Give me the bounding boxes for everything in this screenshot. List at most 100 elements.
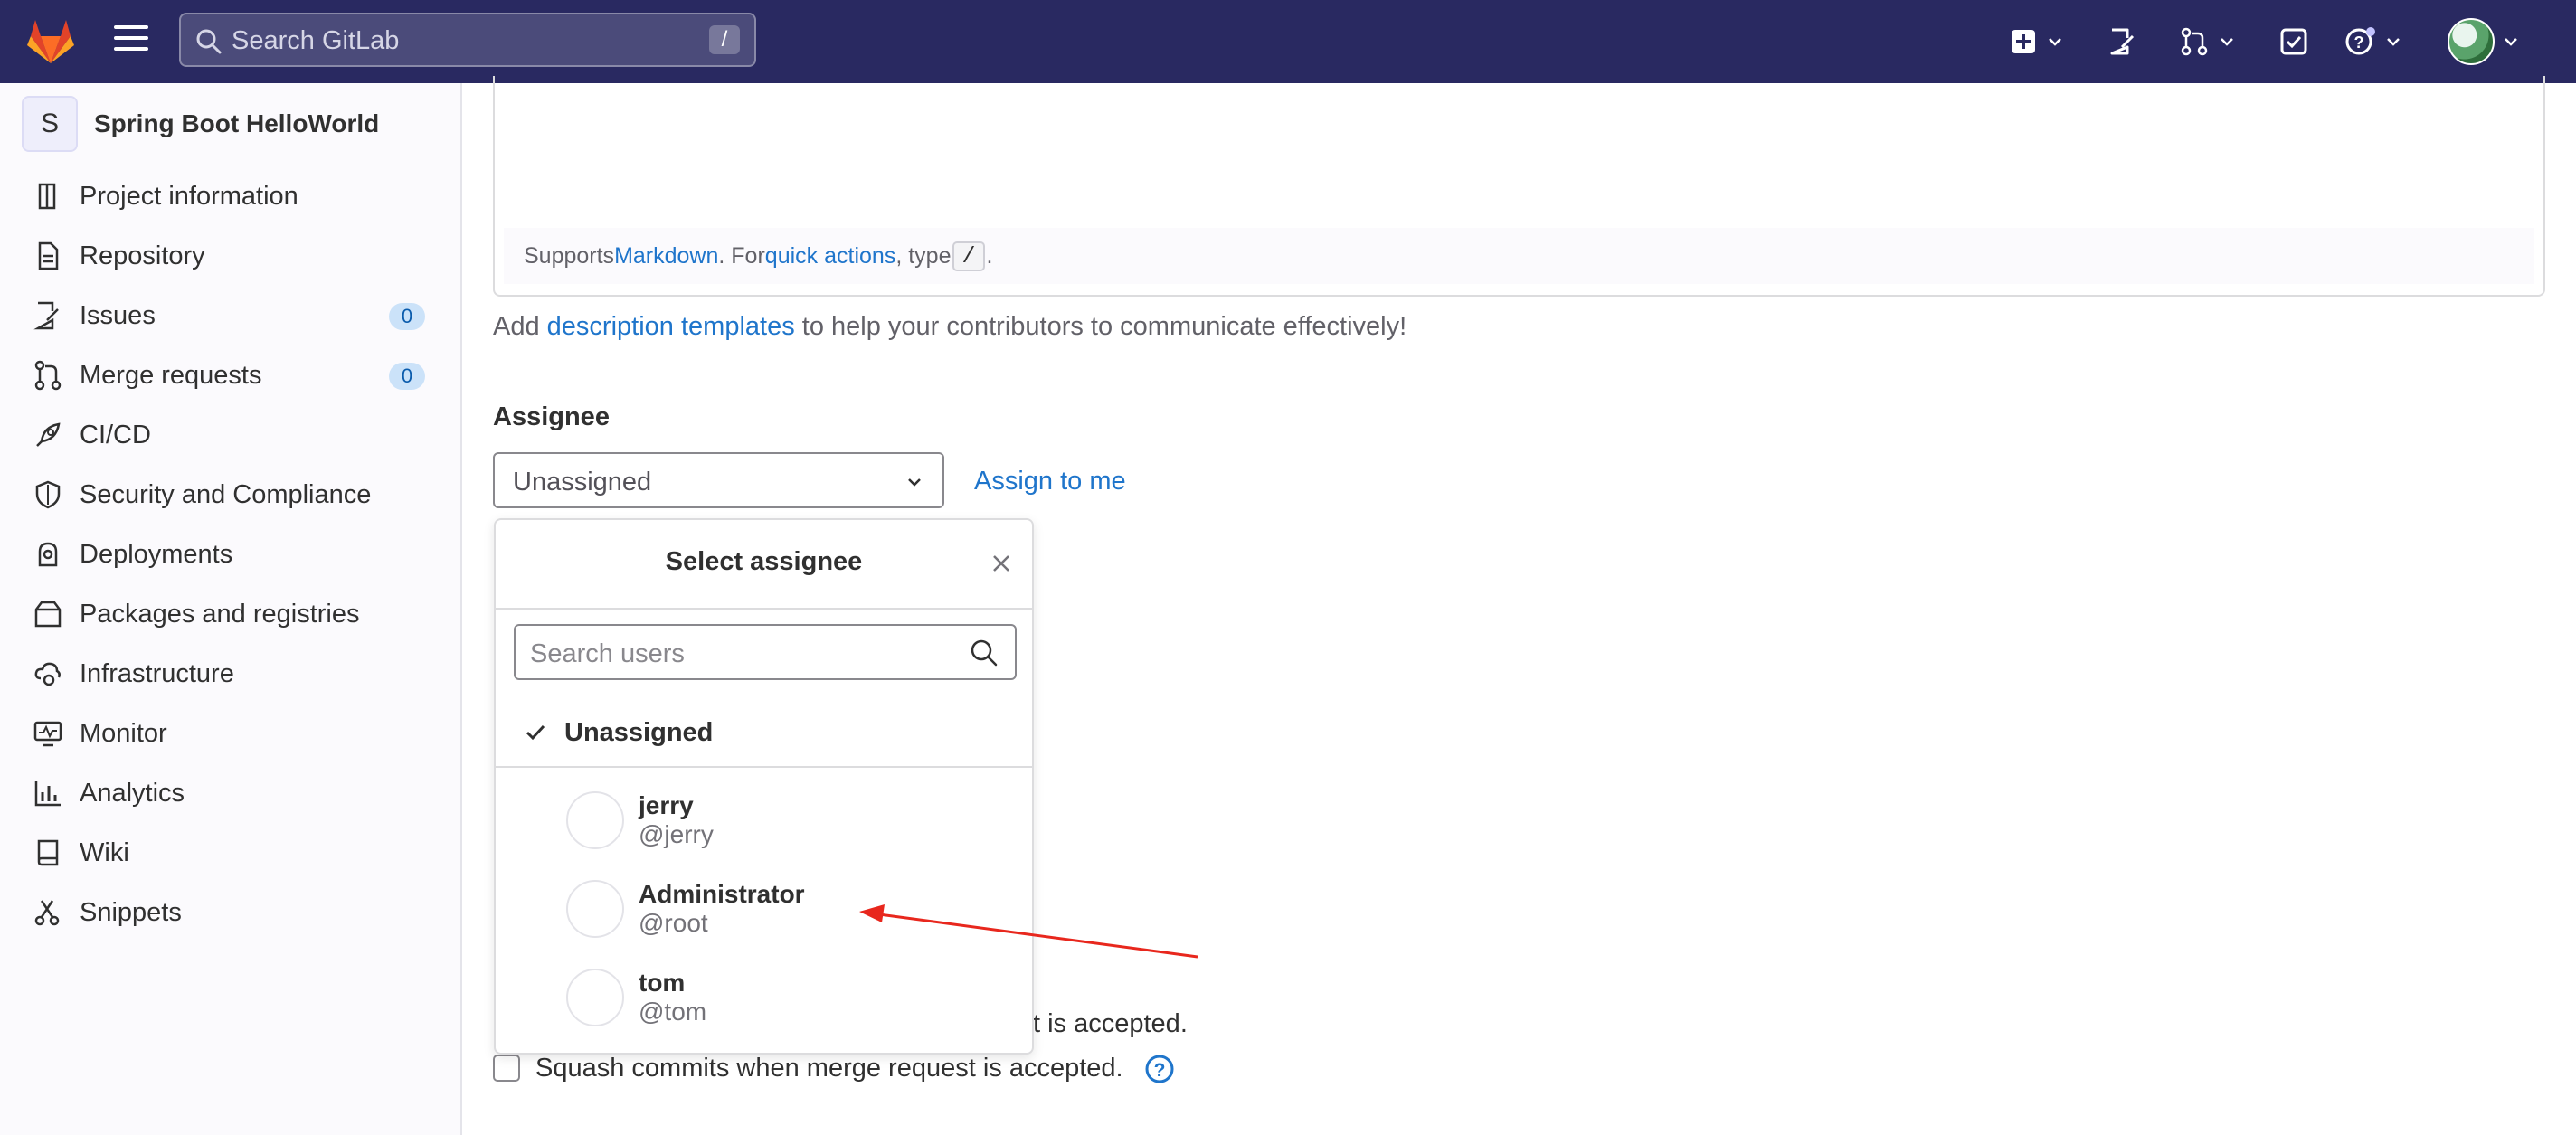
deployments-icon	[38, 542, 58, 567]
shield-icon	[35, 480, 61, 509]
issues-count-badge: 0	[389, 303, 425, 330]
search-shortcut-key: /	[709, 25, 740, 54]
issues-icon	[2110, 28, 2135, 55]
plus-square-icon	[2012, 30, 2035, 53]
sidebar-item-monitor[interactable]: Monitor	[33, 711, 431, 756]
package-icon	[34, 601, 62, 628]
unassigned-option[interactable]: Unassigned	[525, 714, 713, 751]
sidebar-item-wiki[interactable]: Wiki	[33, 830, 431, 875]
supports-text: Supports	[524, 242, 615, 269]
user-avatar-icon[interactable]	[2448, 18, 2495, 65]
divider	[496, 766, 1032, 768]
select-assignee-popup: Select assignee Search users Unassigned …	[494, 518, 1034, 1055]
checkmark-icon	[526, 724, 545, 741]
user-name: tom	[639, 969, 686, 997]
sidebar-item-packages[interactable]: Packages and registries	[33, 591, 431, 637]
sidebar-item-label: Security and Compliance	[80, 479, 372, 509]
search-users-placeholder: Search users	[530, 639, 685, 668]
sidebar-item-merge-requests[interactable]: Merge requests 0	[33, 353, 431, 398]
sidebar-item-repository[interactable]: Repository	[33, 233, 431, 279]
search-input[interactable]: Search GitLab /	[179, 13, 756, 67]
sidebar-item-label: Analytics	[80, 778, 185, 808]
project-icon	[38, 183, 56, 210]
description-templates-link[interactable]: description templates	[547, 312, 795, 341]
chevron-down-icon[interactable]	[2502, 33, 2520, 51]
squash-commits-checkbox[interactable]	[493, 1055, 520, 1082]
document-icon	[38, 241, 59, 270]
help-icon: ?	[2345, 27, 2375, 55]
sidebar-item-security[interactable]: Security and Compliance	[33, 472, 431, 517]
cloud-gear-icon	[34, 662, 61, 686]
footer-text: .	[986, 242, 993, 269]
chevron-down-icon	[2049, 38, 2061, 46]
chevron-down-icon	[2221, 38, 2233, 46]
rocket-icon	[36, 422, 61, 447]
book-icon	[37, 839, 59, 866]
sidebar-item-label: Merge requests	[80, 360, 262, 390]
search-placeholder: Search GitLab	[232, 26, 400, 55]
assignee-selected-value: Unassigned	[513, 468, 652, 497]
sidebar-item-label: Project information	[80, 181, 298, 211]
new-dropdown-button[interactable]	[2010, 22, 2064, 61]
user-option-administrator[interactable]: Administrator @root	[566, 880, 1000, 943]
description-templates-hint: Add description templates to help your c…	[493, 312, 1406, 342]
merge-requests-button[interactable]	[2180, 22, 2236, 61]
merge-requests-count-badge: 0	[389, 363, 425, 390]
top-navigation-bar: Search GitLab / ?	[0, 0, 2576, 83]
sidebar-item-label: Issues	[80, 300, 156, 330]
assign-to-me-link[interactable]: Assign to me	[974, 467, 1126, 497]
help-icon[interactable]: ?	[1144, 1054, 1175, 1084]
sidebar-item-deployments[interactable]: Deployments	[33, 532, 431, 577]
user-handle: @tom	[639, 998, 707, 1026]
editor-footer: Supports Markdown. For quick actions, ty…	[504, 228, 2534, 284]
user-name: Administrator	[639, 880, 805, 908]
search-icon	[196, 29, 222, 54]
markdown-link[interactable]: Markdown	[614, 243, 718, 270]
user-name: jerry	[639, 791, 694, 819]
chart-icon	[34, 781, 61, 807]
sidebar-item-label: Deployments	[80, 539, 233, 569]
project-name: Spring Boot HelloWorld	[94, 109, 380, 137]
issues-icon	[33, 301, 59, 330]
divider	[496, 608, 1032, 610]
assignee-dropdown[interactable]: Unassigned	[493, 452, 944, 508]
search-icon	[971, 639, 998, 667]
merge-request-icon	[2181, 27, 2208, 56]
sidebar-item-project-information[interactable]: Project information	[33, 174, 431, 219]
sidebar-item-analytics[interactable]: Analytics	[33, 771, 431, 816]
close-icon[interactable]	[990, 553, 1012, 574]
slash-key: /	[952, 241, 985, 271]
sidebar-item-snippets[interactable]: Snippets	[33, 890, 431, 935]
sidebar-item-label: CI/CD	[80, 420, 151, 449]
sidebar-item-issues[interactable]: Issues 0	[33, 293, 431, 338]
scissors-icon	[34, 900, 60, 926]
sidebar-item-label: Infrastructure	[80, 658, 234, 688]
svg-text:?: ?	[1154, 1060, 1166, 1081]
sidebar-item-ci-cd[interactable]: CI/CD	[33, 412, 431, 458]
popup-title: Select assignee	[665, 547, 863, 576]
sidebar-item-label: Packages and registries	[80, 599, 360, 629]
todos-button[interactable]	[2279, 22, 2308, 61]
squash-commits-label: Squash commits when merge request is acc…	[535, 1054, 1123, 1083]
user-handle: @root	[639, 909, 708, 937]
monitor-icon	[33, 721, 62, 747]
sidebar-item-infrastructure[interactable]: Infrastructure	[33, 651, 431, 696]
assignee-label: Assignee	[493, 402, 610, 431]
project-sidebar: S Spring Boot HelloWorld Project informa…	[0, 83, 462, 1135]
hint-text: to help your contributors to communicate…	[794, 312, 1407, 341]
search-users-input[interactable]: Search users	[514, 624, 1017, 680]
sidebar-item-label: Wiki	[80, 837, 129, 867]
issues-button[interactable]	[2107, 22, 2136, 61]
help-menu-button[interactable]: ?	[2344, 22, 2402, 61]
footer-text: , type	[895, 242, 952, 269]
quick-actions-link[interactable]: quick actions	[765, 243, 896, 270]
menu-icon[interactable]	[114, 25, 148, 54]
unassigned-option-label: Unassigned	[564, 717, 714, 747]
chevron-down-icon	[908, 478, 921, 487]
project-header[interactable]: S Spring Boot HelloWorld	[22, 96, 379, 152]
sidebar-item-label: Snippets	[80, 897, 182, 927]
user-option-jerry[interactable]: jerry @jerry	[566, 791, 1000, 855]
gitlab-logo-icon[interactable]	[25, 16, 76, 65]
user-option-tom[interactable]: tom @tom	[566, 969, 1000, 1032]
description-editor[interactable]: Supports Markdown. For quick actions, ty…	[493, 76, 2545, 297]
